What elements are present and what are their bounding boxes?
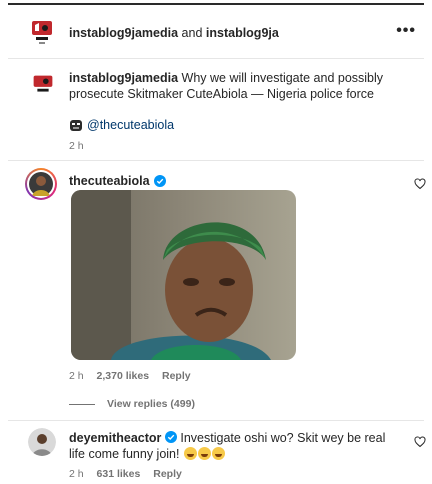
comment1-meta: 2 h 2,370 likes Reply [69,370,201,382]
caption-divider [8,160,424,161]
view-replies-label: View replies (499) [107,398,195,410]
comment-divider [8,420,424,421]
verified-badge-icon [164,431,177,443]
comment2-reply-button[interactable]: Reply [153,468,182,480]
instablog9ja-logo-icon [32,21,52,44]
comment1-username-row: thecuteabiola [69,174,166,188]
reaction-photo-image [71,190,296,360]
comment2-body: deyemitheactor Investigate oshi wo? Skit… [69,430,389,462]
laughing-emoji-icon [197,447,211,460]
laughing-emoji-icon [183,447,197,460]
comment1-likes[interactable]: 2,370 likes [97,370,150,382]
comment2-meta: 2 h 631 likes Reply [69,468,192,480]
comment2-username[interactable]: deyemitheactor [69,431,161,445]
caption-username[interactable]: instablog9jamedia [69,71,178,85]
profile-photo-icon [28,428,56,456]
like-heart-icon[interactable] [414,178,426,190]
like-heart-icon[interactable] [414,436,426,448]
more-options-button[interactable]: ••• [396,22,416,40]
header-divider [8,58,424,59]
thecuteabiola-avatar[interactable] [25,168,57,200]
view-replies-dash [69,403,95,405]
header-account-a[interactable]: instablog9jamedia [69,26,178,40]
header-and-text: and [181,26,203,40]
caption-meta: 2 h [69,140,94,152]
instablog9ja-logo-icon [33,75,53,92]
profile-photo-icon [27,170,55,198]
caption-mention-line: @thecuteabiola [69,118,174,132]
caption-avatar[interactable] [28,70,58,100]
caption-mention-link[interactable]: @thecuteabiola [87,118,174,132]
comment1-time: 2 h [69,370,84,382]
emoji-face-icon [70,119,82,131]
verified-badge-icon [153,175,166,187]
deyemitheactor-avatar[interactable] [28,428,56,456]
laughing-emoji-icon [211,447,225,460]
post-caption: instablog9jamedia Why we will investigat… [69,70,409,102]
comment2-likes[interactable]: 631 likes [97,468,141,480]
comment2-time: 2 h [69,468,84,480]
comment-image[interactable] [71,190,296,360]
header-accounts: instablog9jamedia and instablog9ja [69,26,279,40]
top-border [8,3,424,5]
comment1-username[interactable]: thecuteabiola [69,174,150,188]
post-header: instablog9jamedia and instablog9ja ••• [0,14,432,54]
caption-time: 2 h [69,140,84,152]
view-replies-button[interactable]: View replies (499) [69,398,195,410]
header-account-b[interactable]: instablog9ja [206,26,279,40]
comment1-reply-button[interactable]: Reply [162,370,191,382]
instablog9ja-avatar[interactable] [26,17,58,49]
